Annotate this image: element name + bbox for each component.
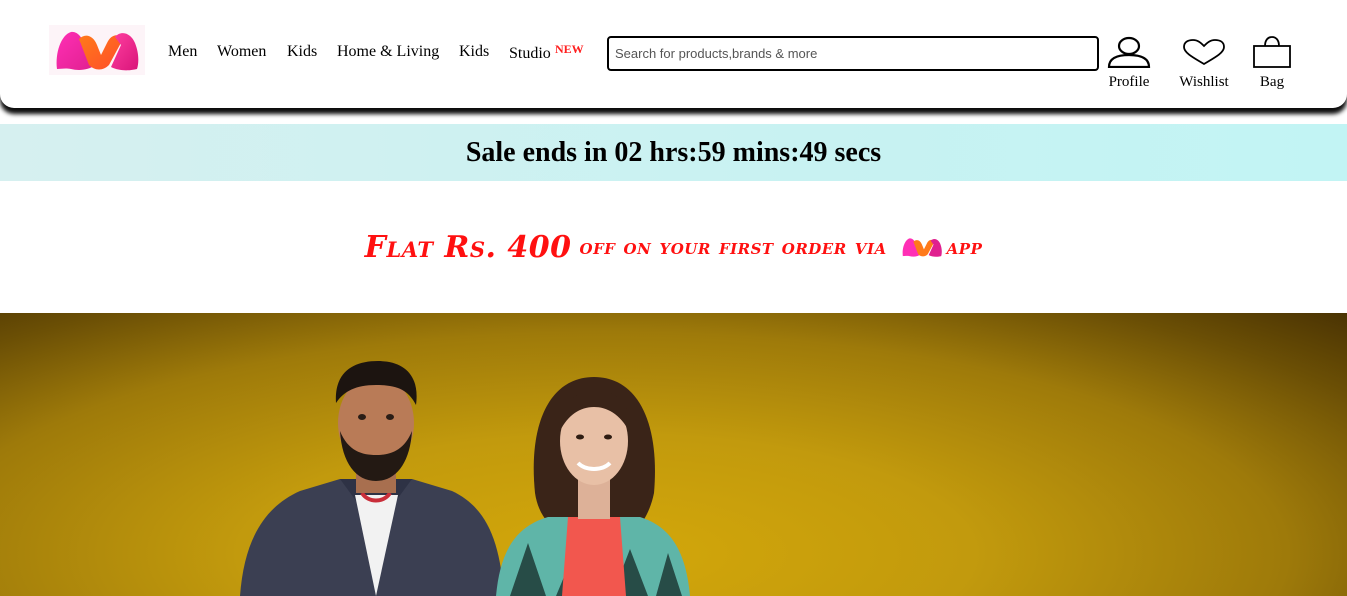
sale-countdown-text: Sale ends in 02 hrs:59 mins:49 secs — [465, 136, 882, 168]
offer-app-text: app — [946, 234, 983, 260]
nav-kids[interactable]: Kids — [287, 43, 317, 61]
wishlist-button[interactable]: Wishlist — [1176, 36, 1232, 90]
wishlist-label: Wishlist — [1179, 74, 1229, 90]
offer-text: off on your first order via — [579, 234, 887, 260]
person-left — [240, 361, 504, 596]
first-order-offer[interactable]: Flat Rs. 400 off on your first order via… — [0, 222, 1347, 272]
nav-men[interactable]: Men — [168, 43, 197, 61]
hero-people-image — [240, 361, 690, 596]
hero-banner[interactable] — [0, 313, 1347, 596]
person-right — [496, 377, 690, 596]
bag-button[interactable]: Bag — [1251, 36, 1293, 90]
nav-women[interactable]: Women — [217, 43, 266, 61]
bag-icon — [1253, 36, 1291, 68]
nav-studio[interactable]: Studio — [509, 45, 551, 63]
user-icon — [1107, 36, 1151, 69]
nav-kids-2[interactable]: Kids — [459, 43, 489, 61]
myntra-logo[interactable] — [49, 25, 145, 75]
offer-amount: Flat Rs. 400 — [364, 229, 572, 265]
myntra-m-logo-icon — [56, 31, 139, 71]
header: Men Women Kids Home & Living Kids Studio… — [0, 0, 1347, 108]
myntra-m-logo-icon-small — [902, 238, 942, 257]
profile-label: Profile — [1108, 74, 1150, 90]
search-input[interactable] — [607, 36, 1099, 71]
nav-home-living[interactable]: Home & Living — [337, 43, 439, 61]
sale-countdown-banner: Sale ends in 02 hrs:59 mins:49 secs — [0, 124, 1347, 181]
page: Men Women Kids Home & Living Kids Studio… — [0, 0, 1347, 596]
heart-icon — [1183, 39, 1225, 66]
bag-label: Bag — [1259, 74, 1285, 90]
profile-button[interactable]: Profile — [1104, 36, 1154, 90]
studio-new-badge: NEW — [555, 42, 584, 56]
